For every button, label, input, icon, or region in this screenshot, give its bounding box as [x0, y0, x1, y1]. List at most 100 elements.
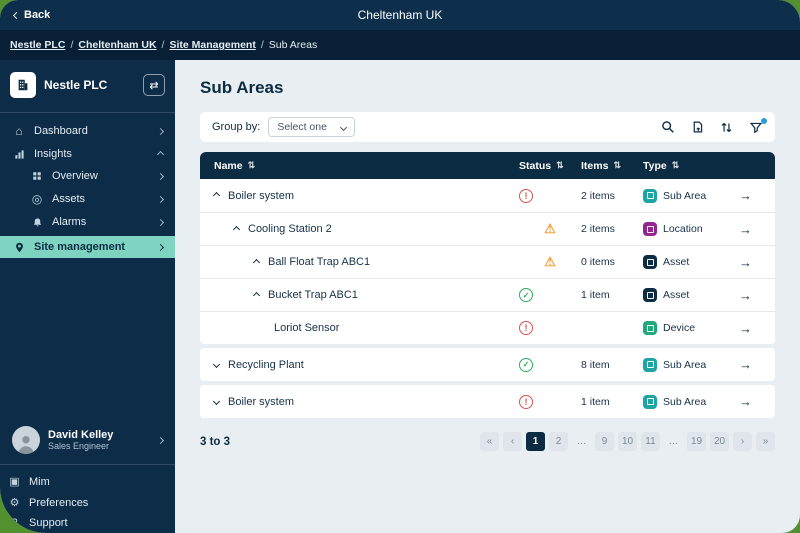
- asset-type-icon: [643, 288, 657, 302]
- location-type-icon: [643, 222, 657, 236]
- device-type-icon: [643, 321, 657, 335]
- collapse-icon[interactable]: [252, 291, 261, 299]
- type-label: Asset: [663, 256, 690, 268]
- sidebar-item-assets[interactable]: ◎ Assets: [0, 187, 175, 211]
- type-label: Sub Area: [663, 395, 707, 408]
- filter-icon[interactable]: [749, 117, 767, 134]
- collapse-icon[interactable]: [212, 191, 221, 200]
- sort-icon[interactable]: ⇅: [672, 160, 680, 171]
- sort-icon[interactable]: ⇅: [248, 160, 256, 171]
- collapse-icon[interactable]: [232, 225, 241, 233]
- row-arrow-icon[interactable]: →: [739, 394, 775, 409]
- app-window: Back Cheltenham UK Nestle PLC / Cheltenh…: [0, 0, 800, 533]
- sidebar-item-site-management[interactable]: Site management: [0, 236, 175, 258]
- table-row[interactable]: Loriot Sensor ! Device →: [200, 311, 775, 344]
- sidebar-item-dashboard[interactable]: ⌂ Dashboard: [0, 119, 175, 143]
- sidebar-item-overview[interactable]: Overview: [0, 165, 175, 187]
- column-items: Items: [581, 159, 609, 172]
- row-items: 1 item: [581, 395, 610, 408]
- pagination-ellipsis: …: [668, 436, 679, 447]
- user-role: Sales Engineer: [48, 441, 110, 451]
- table-footer: 3 to 3 « ‹ 1 2 … 9 10 11 … 19 20 › »: [200, 432, 775, 451]
- table-row[interactable]: Cooling Station 2 ⚠ 2 items Location →: [200, 212, 775, 245]
- sidebar-item-label: Support: [29, 517, 68, 529]
- sidebar-item-label: Preferences: [29, 496, 89, 509]
- row-arrow-icon[interactable]: →: [739, 321, 775, 336]
- breadcrumb-link-cheltenham[interactable]: Cheltenham UK: [78, 39, 156, 51]
- prev-page-button[interactable]: ‹: [503, 432, 522, 451]
- row-arrow-icon[interactable]: →: [739, 357, 775, 372]
- status-error-icon: !: [519, 188, 533, 203]
- row-name: Bucket Trap ABC1: [268, 289, 358, 301]
- page-button-2[interactable]: 2: [549, 432, 568, 451]
- table-row[interactable]: Bucket Trap ABC1 ✓ 1 item Asset →: [200, 278, 775, 311]
- page-button-9[interactable]: 9: [595, 432, 614, 451]
- sidebar-item-label: Assets: [52, 193, 86, 205]
- page-button-10[interactable]: 10: [618, 432, 637, 451]
- home-icon: ⌂: [15, 124, 23, 138]
- page-background: Back Cheltenham UK Nestle PLC / Cheltenh…: [0, 0, 800, 533]
- breadcrumb-link-site-management[interactable]: Site Management: [169, 39, 255, 51]
- table-row[interactable]: Recycling Plant ✓ 8 item Sub Area →: [200, 348, 775, 381]
- row-arrow-icon[interactable]: →: [739, 288, 775, 303]
- next-page-button[interactable]: ›: [733, 432, 752, 451]
- breadcrumb: Nestle PLC / Cheltenham UK / Site Manage…: [0, 30, 800, 60]
- sort-icon[interactable]: ⇅: [556, 160, 564, 171]
- group-by-select[interactable]: Select one: [268, 117, 355, 137]
- breadcrumb-separator: /: [70, 39, 74, 51]
- last-page-button[interactable]: »: [756, 432, 775, 451]
- group-by-label: Group by:: [212, 121, 261, 133]
- main-content: Sub Areas Group by: Select one Name ⇅ St…: [175, 60, 800, 533]
- row-arrow-icon[interactable]: →: [739, 222, 775, 237]
- sidebar-item-label: Mim: [29, 475, 50, 488]
- column-name: Name: [214, 159, 243, 172]
- avatar: [12, 426, 40, 454]
- sidebar-item-mim[interactable]: ▣ Mim: [0, 471, 175, 492]
- row-items: 2 items: [581, 189, 615, 202]
- table-header: Name ⇅ Status ⇅ Items ⇅ Type ⇅: [200, 152, 775, 179]
- sidebar-item-alarms[interactable]: Alarms: [0, 211, 175, 233]
- sidebar-item-preferences[interactable]: ⚙ Preferences: [0, 492, 175, 513]
- page-button-1[interactable]: 1: [526, 432, 545, 451]
- subarea-type-icon: [643, 357, 657, 372]
- breadcrumb-current: Sub Areas: [268, 39, 318, 51]
- sidebar-item-insights[interactable]: Insights: [0, 143, 175, 165]
- page-button-20[interactable]: 20: [710, 432, 729, 451]
- user-profile[interactable]: David Kelley Sales Engineer: [0, 418, 175, 462]
- row-arrow-icon[interactable]: →: [739, 255, 775, 270]
- search-icon[interactable]: [661, 120, 675, 134]
- expand-icon[interactable]: [212, 397, 221, 406]
- alarm-bell-icon: [30, 217, 44, 228]
- table-group: Boiler system ! 1 item Sub Area →: [200, 385, 775, 418]
- table-row[interactable]: Boiler system ! 2 items Sub Area →: [200, 179, 775, 212]
- expand-icon[interactable]: [212, 360, 221, 369]
- toolbar: Group by: Select one: [200, 112, 775, 142]
- gear-icon: ⚙: [9, 497, 20, 509]
- breadcrumb-link-nestle[interactable]: Nestle PLC: [10, 39, 65, 51]
- row-items: 0 items: [581, 256, 615, 268]
- sidebar-collapse-button[interactable]: ⇄: [143, 74, 165, 96]
- insights-icon: [12, 149, 26, 160]
- type-label: Device: [663, 322, 696, 334]
- chevron-right-icon: [156, 172, 165, 180]
- site-title: Cheltenham UK: [357, 8, 443, 22]
- sidebar-item-support[interactable]: ? Support: [0, 513, 175, 533]
- table-row[interactable]: Ball Float Trap ABC1 ⚠ 0 items Asset →: [200, 245, 775, 278]
- org-name: Nestle PLC: [44, 78, 108, 92]
- subarea-type-icon: [643, 394, 657, 409]
- asset-type-icon: [643, 255, 657, 269]
- sort-icon[interactable]: [720, 121, 733, 134]
- group-by-value: Select one: [277, 121, 327, 133]
- assets-target-icon: ◎: [31, 192, 43, 206]
- first-page-button[interactable]: «: [480, 432, 499, 451]
- collapse-icon[interactable]: [252, 258, 261, 266]
- sort-icon[interactable]: ⇅: [613, 160, 621, 171]
- table-row[interactable]: Boiler system ! 1 item Sub Area →: [200, 385, 775, 418]
- page-button-19[interactable]: 19: [687, 432, 706, 451]
- page-button-11[interactable]: 11: [641, 432, 660, 451]
- export-icon[interactable]: [691, 120, 704, 134]
- sidebar: Nestle PLC ⇄ ⌂ Dashboard Insights Overvi…: [0, 60, 175, 533]
- type-label: Location: [663, 223, 703, 235]
- row-arrow-icon[interactable]: →: [739, 188, 775, 203]
